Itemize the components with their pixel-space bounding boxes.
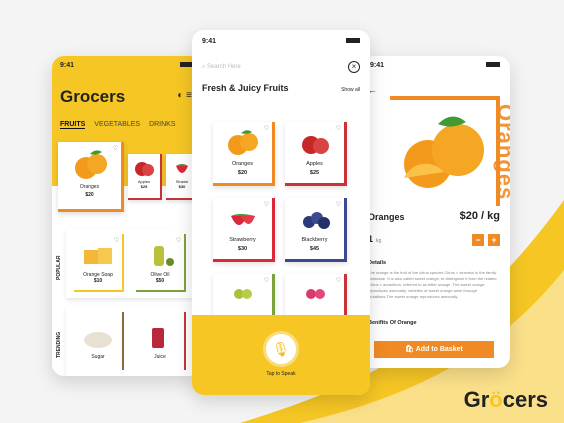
decrease-button[interactable]: − (472, 234, 484, 246)
status-time: 9:41 (370, 62, 385, 69)
home-screen: 9:41 Grocers ◐ ≡ FRUITS VEGETABLES DRINK… (52, 56, 202, 376)
product-price: $30 (237, 246, 248, 252)
trending-panel: Sugar Juice (66, 306, 196, 376)
product-detail-screen: 9:41 ← Oranges Oranges $20 / kg 1 kg − + … (360, 56, 510, 368)
section-header: Fresh & Juicy Fruits Show all (202, 83, 360, 93)
status-time: 9:41 (60, 62, 75, 69)
product-price: $25 (309, 170, 320, 176)
show-all-link[interactable]: Show all (341, 87, 360, 93)
close-icon[interactable]: × (348, 61, 360, 73)
product-card-oranges[interactable]: ♡ Oranges $20 (213, 122, 275, 186)
section-title: Fresh & Juicy Fruits (202, 83, 289, 93)
product-card-blackberry[interactable]: ♡ Blackberry $45 (285, 198, 347, 262)
raspberry-image (305, 289, 325, 299)
product-price: $20 / kg (459, 210, 500, 222)
microphone-icon[interactable]: 🎙 (263, 331, 299, 367)
footer-logo: Gröcers (463, 387, 548, 412)
signal-icon (344, 38, 360, 45)
tab-drinks[interactable]: DRINKS (149, 121, 175, 129)
popular-label: POPULAR (56, 255, 62, 280)
small-item-price: $25 (140, 184, 148, 189)
product-name: Oranges (231, 161, 254, 167)
category-tabs: FRUITS VEGETABLES DRINKS (60, 121, 194, 129)
strawberry-image (176, 164, 188, 173)
benefits-heading: Benifits Of Orange (368, 320, 417, 326)
heart-icon[interactable]: ♡ (176, 237, 181, 244)
heart-icon[interactable]: ♡ (264, 277, 269, 284)
tab-vegetables[interactable]: VEGETABLES (94, 121, 140, 129)
product-name: Apples (306, 161, 323, 167)
tap-to-speak-label: Tap to Speak (266, 371, 296, 377)
featured-name: Oranges (79, 184, 100, 190)
heart-icon[interactable]: ♡ (336, 277, 341, 284)
popular-card-soap[interactable]: ♡ Orange Soap $10 (74, 234, 124, 292)
voice-search-panel: 🎙 Tap to Speak (192, 315, 370, 395)
strawberry-image (230, 214, 255, 225)
status-time: 9:41 (202, 38, 217, 45)
product-name: Oranges (368, 212, 405, 222)
heart-icon[interactable]: ♡ (336, 201, 341, 208)
product-hero (390, 96, 500, 206)
heart-icon[interactable]: ♡ (264, 201, 269, 208)
popular-item-price: $50 (155, 278, 165, 284)
product-price: $45 (309, 246, 320, 252)
heart-icon[interactable]: ♡ (114, 237, 119, 244)
blackberry-image (302, 212, 330, 229)
popular-panel: ♡ Orange Soap $10 ♡ Olive Oil $50 (66, 228, 196, 298)
back-arrow-icon[interactable]: ← (368, 85, 510, 95)
details-text: The orange is the fruit of the citrus sp… (368, 270, 497, 299)
small-card-apples[interactable]: Apples $25 (128, 154, 162, 200)
tab-fruits[interactable]: FRUITS (60, 121, 86, 129)
status-bar: 9:41 (192, 30, 370, 53)
brand-logo: Grocers (60, 87, 126, 106)
status-bar: 9:41 (360, 56, 510, 75)
juice-image (152, 328, 164, 348)
product-price: $20 (237, 170, 248, 176)
header-icons[interactable]: ◐ ≡ (177, 90, 192, 101)
popular-item-price: $10 (93, 278, 103, 284)
increase-button[interactable]: + (488, 234, 500, 246)
trending-item-name: Juice (154, 354, 166, 360)
orange-image (227, 130, 258, 155)
search-input[interactable]: ⌕ Search Here (202, 64, 241, 71)
status-bar: 9:41 (60, 62, 194, 69)
orange-image (74, 150, 107, 179)
sugar-image (84, 332, 112, 348)
product-card-strawberry[interactable]: ♡ Strawberry $30 (213, 198, 275, 262)
trending-card-sugar[interactable]: Sugar (74, 312, 124, 370)
grapes-image (233, 289, 252, 299)
product-name: Blackberry (301, 237, 328, 243)
popular-card-oil[interactable]: ♡ Olive Oil $50 (136, 234, 186, 292)
search-screen: 9:41 ⌕ Search Here × Fresh & Juicy Fruit… (192, 30, 370, 395)
featured-price: $20 (85, 192, 94, 198)
heart-icon[interactable]: ♡ (113, 145, 118, 152)
add-to-basket-button[interactable]: 🛍 Add to Basket (374, 341, 494, 358)
apple-image (135, 162, 154, 176)
product-card-apples[interactable]: ♡ Apples $25 (285, 122, 347, 186)
soap-image (84, 248, 112, 264)
trending-card-juice[interactable]: Juice (136, 312, 186, 370)
details-heading: Details (368, 260, 387, 266)
product-name: Strawberry (229, 237, 256, 243)
search-bar: ⌕ Search Here × (202, 61, 360, 73)
trending-item-name: Sugar (91, 354, 105, 360)
heart-icon[interactable]: ♡ (336, 125, 341, 132)
olive-oil-image (154, 246, 174, 266)
trending-label: TRENDING (56, 331, 62, 358)
featured-card[interactable]: ♡ Oranges $20 (58, 142, 124, 212)
oranges-hero-image (404, 116, 484, 188)
apple-image (301, 136, 329, 154)
signal-icon (484, 62, 500, 69)
heart-icon[interactable]: ♡ (264, 125, 269, 132)
vertical-product-word: Oranges (493, 104, 510, 201)
